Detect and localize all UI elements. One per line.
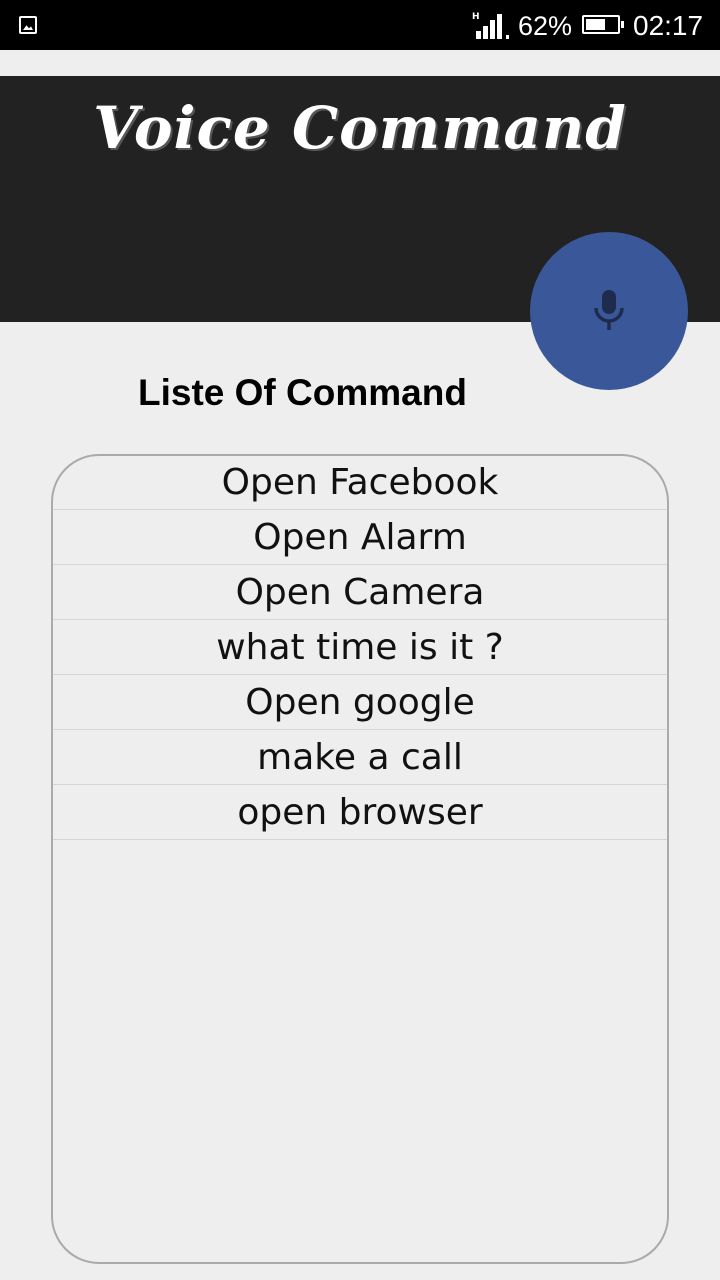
signal-icon: H bbox=[472, 13, 512, 39]
list-item[interactable]: what time is it ? bbox=[53, 620, 667, 675]
battery-percent: 62% bbox=[518, 11, 573, 41]
list-item[interactable]: Open Camera bbox=[53, 565, 667, 620]
image-notification-icon bbox=[19, 16, 37, 34]
list-heading: Liste Of Command bbox=[138, 372, 467, 413]
app-title: Voice Command bbox=[93, 94, 627, 162]
command-list[interactable]: Open Facebook Open Alarm Open Camera wha… bbox=[51, 454, 669, 1264]
battery-icon bbox=[582, 15, 624, 34]
clock: 02:17 bbox=[633, 10, 704, 41]
list-item[interactable]: make a call bbox=[53, 730, 667, 785]
microphone-icon bbox=[594, 290, 624, 330]
list-item[interactable]: Open Facebook bbox=[53, 456, 667, 510]
status-bar: H 62% 02:17 bbox=[0, 0, 720, 50]
list-item[interactable]: Open google bbox=[53, 675, 667, 730]
network-type: H bbox=[472, 12, 480, 22]
list-item[interactable]: open browser bbox=[53, 785, 667, 840]
list-item[interactable]: Open Alarm bbox=[53, 510, 667, 565]
mic-button[interactable] bbox=[530, 232, 688, 390]
